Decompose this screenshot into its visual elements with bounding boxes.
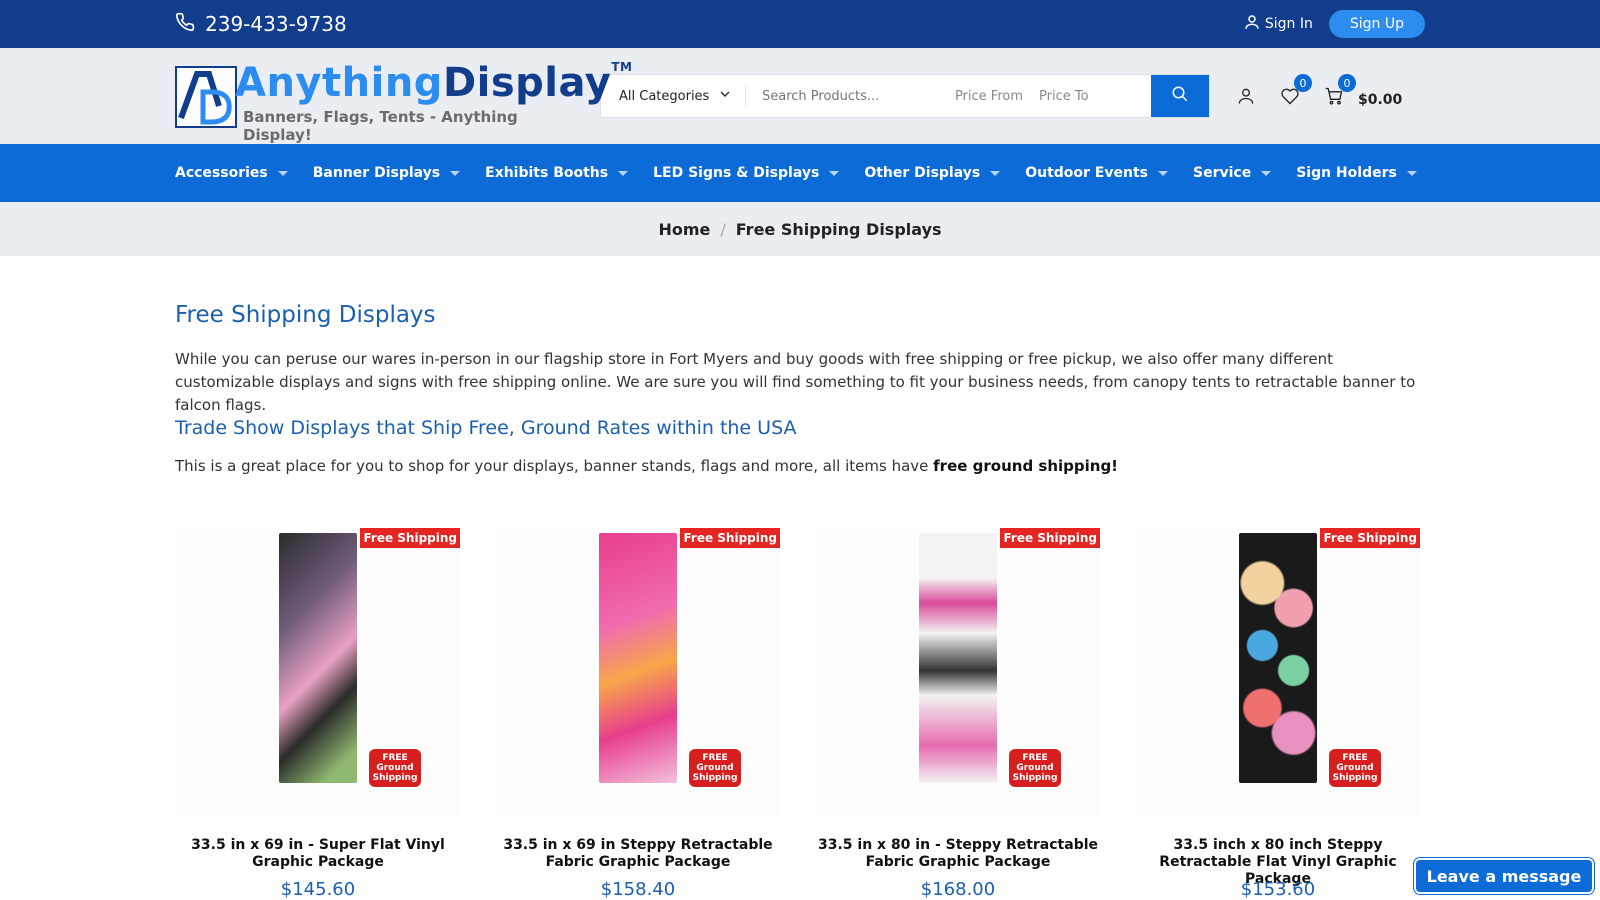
caret-down-icon: [1157, 170, 1168, 176]
product-price: $145.60: [280, 879, 356, 900]
product-image[interactable]: FREE Ground Shipping Free Shipping: [495, 527, 781, 817]
nav-item-outdoor-events[interactable]: Outdoor Events: [1025, 165, 1168, 181]
free-shipping-stamp: FREE Ground Shipping: [1329, 749, 1381, 787]
logo-mark-icon: [175, 66, 237, 128]
product-image[interactable]: FREE Ground Shipping Free Shipping: [1135, 527, 1421, 817]
product-title[interactable]: 33.5 in x 69 in Steppy Retractable Fabri…: [495, 837, 781, 871]
main-nav: Accessories Banner Displays Exhibits Boo…: [0, 144, 1600, 202]
sign-in-label: Sign In: [1264, 16, 1313, 32]
nav-item-led-signs[interactable]: LED Signs & Displays: [653, 165, 840, 181]
product-image[interactable]: FREE Ground Shipping Free Shipping: [175, 527, 461, 817]
search-icon: [1171, 85, 1189, 107]
search-button[interactable]: [1151, 75, 1209, 117]
free-shipping-stamp: FREE Ground Shipping: [1009, 749, 1061, 787]
shipping-note: This is a great place for you to shop fo…: [175, 457, 1119, 475]
account-links: Sign In Sign Up: [1243, 10, 1425, 38]
phone-link[interactable]: 239-433-9738: [175, 12, 347, 37]
free-shipping-stamp: FREE Ground Shipping: [369, 749, 421, 787]
nav-item-other-displays[interactable]: Other Displays: [864, 165, 1001, 181]
product-price: $153.60: [1240, 879, 1316, 900]
chevron-down-icon: [719, 88, 731, 104]
intro-paragraph: While you can peruse our wares in-person…: [175, 350, 1416, 414]
logo-tagline: Banners, Flags, Tents - Anything Display…: [243, 108, 518, 144]
cart-button[interactable]: 0: [1324, 74, 1356, 106]
breadcrumb-separator: /: [720, 219, 726, 239]
banner-stand-image: [279, 533, 357, 783]
product-title[interactable]: 33.5 inch x 80 inch Steppy Retractable F…: [1135, 837, 1421, 887]
caret-down-icon: [1406, 170, 1417, 176]
search-input[interactable]: [746, 75, 947, 117]
free-shipping-badge: Free Shipping: [679, 527, 781, 549]
logo-wordmark: AnythingDisplayTM: [235, 60, 633, 106]
top-bar: 239-433-9738 Sign In Sign Up: [0, 0, 1600, 48]
account-icon: [1238, 88, 1254, 104]
free-shipping-emphasis: free ground shipping!: [933, 457, 1119, 475]
leave-message-button[interactable]: Leave a message: [1414, 858, 1594, 894]
nav-item-accessories[interactable]: Accessories: [175, 165, 288, 181]
account-button[interactable]: [1236, 86, 1256, 106]
free-shipping-badge: Free Shipping: [999, 527, 1101, 549]
price-from-input[interactable]: Price From: [947, 75, 1031, 117]
banner-stand-image: [1239, 533, 1317, 783]
sign-up-button[interactable]: Sign Up: [1328, 10, 1425, 38]
breadcrumb-home[interactable]: Home: [658, 220, 710, 239]
product-image[interactable]: FREE Ground Shipping Free Shipping: [815, 527, 1101, 817]
product-card[interactable]: FREE Ground Shipping Free Shipping 33.5 …: [815, 527, 1101, 900]
product-title[interactable]: 33.5 in x 69 in - Super Flat Vinyl Graph…: [175, 837, 461, 871]
product-card[interactable]: FREE Ground Shipping Free Shipping 33.5 …: [495, 527, 781, 900]
banner-stand-image: [599, 533, 677, 783]
user-icon: [1243, 13, 1261, 35]
wishlist-count-badge: 0: [1294, 74, 1312, 92]
nav-item-service[interactable]: Service: [1193, 165, 1272, 181]
search-bar: All Categories Price From Price To: [600, 74, 1210, 118]
page-title: Free Shipping Displays: [175, 302, 436, 328]
product-price: $158.40: [600, 879, 676, 900]
caret-down-icon: [990, 170, 1001, 176]
free-shipping-badge: Free Shipping: [1319, 527, 1421, 549]
caret-down-icon: [1261, 170, 1272, 176]
free-shipping-badge: Free Shipping: [359, 527, 461, 549]
caret-down-icon: [829, 170, 840, 176]
product-title[interactable]: 33.5 in x 80 in - Steppy Retractable Fab…: [815, 837, 1101, 871]
product-price: $168.00: [920, 879, 996, 900]
caret-down-icon: [277, 170, 288, 176]
breadcrumb-current: Free Shipping Displays: [735, 219, 942, 239]
cart-count-badge: 0: [1338, 74, 1356, 92]
product-card[interactable]: FREE Ground Shipping Free Shipping 33.5 …: [1135, 527, 1421, 900]
product-card[interactable]: FREE Ground Shipping Free Shipping 33.5 …: [175, 527, 461, 900]
header: AnythingDisplayTM Banners, Flags, Tents …: [0, 48, 1600, 144]
caret-down-icon: [450, 170, 461, 176]
phone-number: 239-433-9738: [205, 12, 347, 36]
section-subtitle: Trade Show Displays that Ship Free, Grou…: [175, 417, 797, 439]
nav-item-banner-displays[interactable]: Banner Displays: [313, 165, 461, 181]
nav-item-sign-holders[interactable]: Sign Holders: [1296, 165, 1417, 181]
free-shipping-stamp: FREE Ground Shipping: [689, 749, 741, 787]
sign-in-link[interactable]: Sign In: [1243, 13, 1313, 35]
product-grid: FREE Ground Shipping Free Shipping 33.5 …: [175, 527, 1425, 900]
caret-down-icon: [618, 170, 629, 176]
header-icons: 0 0 $0.00: [1236, 74, 1402, 108]
price-to-input[interactable]: Price To: [1031, 75, 1151, 117]
nav-item-exhibits-booths[interactable]: Exhibits Booths: [485, 165, 629, 181]
breadcrumb: Home / Free Shipping Displays: [0, 202, 1600, 256]
wishlist-button[interactable]: 0: [1280, 74, 1312, 106]
cart-total[interactable]: $0.00: [1358, 92, 1402, 108]
site-logo[interactable]: AnythingDisplayTM Banners, Flags, Tents …: [175, 60, 632, 144]
phone-icon: [175, 12, 195, 37]
banner-stand-image: [919, 533, 997, 783]
